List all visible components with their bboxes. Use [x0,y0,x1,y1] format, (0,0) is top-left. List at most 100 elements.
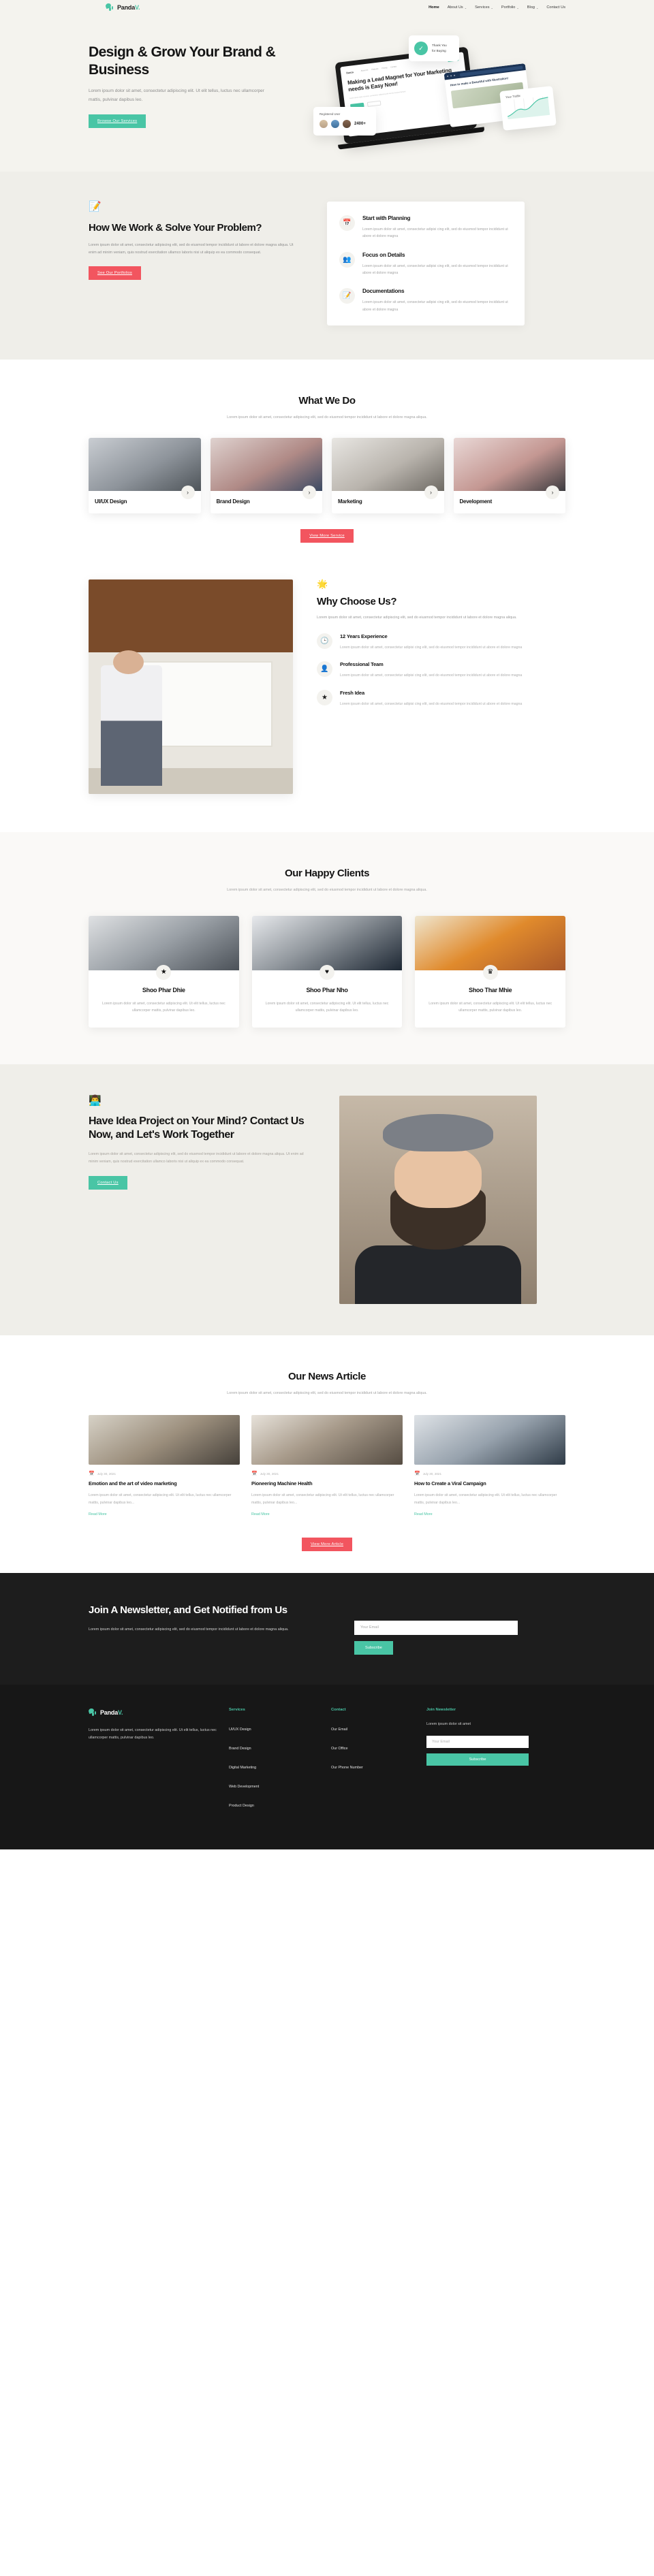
news-title: Our News Article [288,1370,366,1382]
why-feature-title: 12 Years Experience [340,633,388,639]
footer-link-our-phone-number[interactable]: Our Phone Number [331,1766,363,1770]
registered-users-count: 2400+ [354,122,366,126]
how-we-work-title: How We Work & Solve Your Problem? [89,221,262,234]
service-name: Brand Design [216,498,250,505]
footer-link-product-design[interactable]: Product Design [229,1804,254,1808]
chevron-right-icon[interactable]: › [302,486,316,500]
news-date: July 30, 2021 [260,1472,279,1476]
hero-illustration: Danza About Us Features Pricing Contact … [313,35,565,150]
thank-you-line-2: for Buying [432,49,446,52]
footer-link-digital-marketing[interactable]: Digital Marketing [229,1766,256,1770]
person-tie-icon: 👤 [317,661,332,678]
list-item: Our Phone Number [331,1760,426,1772]
memo-icon: 📝 [89,200,102,212]
client-image [251,915,403,970]
footer-link-our-email[interactable]: Our Email [331,1728,347,1732]
how-step: 📅 Start with Planning Lorem ipsum dolor … [339,214,512,240]
news-date: July 30, 2021 [97,1472,116,1476]
view-more-service-button[interactable]: View More Service [300,529,354,543]
how-we-work-section: 📝 How We Work & Solve Your Problem? Lore… [0,171,654,360]
footer-link-uiux-design[interactable]: UI/UX Design [229,1728,251,1732]
chevron-right-icon[interactable]: › [546,486,559,500]
how-we-work-card: 📅 Start with Planning Lorem ipsum dolor … [327,201,525,326]
nav-item-blog[interactable]: Blog ⌄ [527,5,539,10]
why-feature-title: Fresh Idea [340,689,364,696]
newsletter-email-input[interactable] [354,1620,518,1635]
mockup-nav-item: About Us [360,69,369,72]
news-excerpt: Lorem ipsum dolor sit amet, consectetur … [414,1493,557,1505]
footer-newsletter-email-input[interactable] [426,1736,529,1749]
how-step-title: Documentations [362,288,405,295]
nav-item-home[interactable]: Home [429,5,439,10]
footer-contact-heading: Contact [331,1707,346,1712]
list-item: Brand Design [229,1740,331,1753]
why-feature-text: Lorem ipsum dolor sit amet, consectetur … [340,645,523,650]
news-card-title[interactable]: Pioneering Machine Health [251,1480,403,1488]
news-image [251,1414,403,1465]
news-excerpt: Lorem ipsum dolor sit amet, consectetur … [89,1493,232,1505]
client-name: Shoo Phar Dhie [142,986,185,993]
footer-link-our-office[interactable]: Our Office [331,1747,347,1751]
heart-icon: ♥ [320,964,334,980]
newsletter-subscribe-button[interactable]: Subscribe [354,1640,393,1655]
how-step-title: Start with Planning [362,214,411,221]
list-item: UI/UX Design [229,1721,331,1734]
registered-users-card: Registered User 2400+ [313,107,376,136]
hero-title: Design & Grow Your Brand & Business [89,44,276,78]
footer-brand-logo[interactable]: PandaV. [88,1707,229,1717]
avatar [331,120,339,128]
footer-link-web-development[interactable]: Web Development [229,1785,259,1789]
news-image [89,1414,240,1465]
chevron-right-icon[interactable]: › [181,486,195,500]
hero-subtitle: Lorem ipsum dolor sit amet, consectetur … [89,89,264,103]
nav-item-portfolio[interactable]: Portfolio ⌄ [501,5,519,10]
view-more-article-button[interactable]: View More Article [301,1538,353,1552]
news-grid: 📅 July 30, 2021 Emotion and the art of vi… [89,1414,565,1519]
mockup-logo: Danza [346,70,354,74]
calendar-icon: 📅 [414,1471,420,1476]
mockup-secondary-button [367,100,382,107]
footer-link-brand-design[interactable]: Brand Design [229,1747,251,1751]
contact-us-button[interactable]: Contact Us [89,1176,127,1190]
how-step-title: Focus on Details [362,251,405,258]
why-choose-us-title: Why Choose Us? [317,596,397,608]
thank-you-card: ✓ Thank You for Buying [409,35,459,61]
service-card[interactable]: › UI/UX Design [89,438,201,514]
registered-users-label: Registered User [320,112,341,116]
traffic-card: Your Traffic [499,86,557,131]
newsletter-section: Join A Newsletter, and Get Notified from… [0,1573,654,1685]
service-card[interactable]: › Brand Design [210,438,322,514]
read-more-link[interactable]: Read More [251,1512,270,1516]
news-card-title[interactable]: How to Create a Viral Campaign [414,1480,565,1488]
avatar [320,120,328,128]
happy-clients-paragraph: Lorem ipsum dolor sit amet, consectetur … [227,888,427,893]
why-feature: ★ Fresh Idea Lorem ipsum dolor sit amet,… [317,689,542,707]
star-icon: ★ [156,964,172,980]
how-step-text: Lorem ipsum dolor sit amet, consectetur … [362,227,508,239]
technologist-icon: 👨‍💻 [89,1094,102,1107]
chevron-right-icon[interactable]: › [424,486,438,500]
browse-our-services-button[interactable]: Browse Our Services [89,114,146,128]
news-card-title[interactable]: Emotion and the art of video marketing [89,1480,240,1488]
see-our-portfolios-button[interactable]: See Our Portfolios [89,266,141,280]
list-item: Our Office [331,1740,426,1753]
footer-newsletter-heading: Join Newsletter [426,1707,456,1712]
idea-cta-paragraph: Lorem ipsum dolor sit amet, consectetur … [89,1151,304,1164]
chevron-down-icon: ⌄ [464,5,467,10]
footer-subscribe-button[interactable]: Subscribe [426,1753,529,1766]
traffic-chart [507,96,550,120]
nav-item-contact-us[interactable]: Contact Us [546,5,565,10]
mockup-nav-item: Features [371,67,379,71]
footer-newsletter-column: Join Newsletter Lorem ipsum dolor sit am… [426,1708,529,1817]
news-paragraph: Lorem ipsum dolor sit amet, consectetur … [227,1390,427,1395]
nav-item-about-us[interactable]: About Us ⌄ [448,5,467,10]
service-card[interactable]: › Development [453,438,565,514]
nav-item-services[interactable]: Services ⌄ [475,5,493,10]
read-more-link[interactable]: Read More [89,1512,107,1516]
brand-logo[interactable]: PandaV. [105,2,140,12]
list-item: Web Development [229,1779,331,1791]
service-card[interactable]: › Marketing [332,438,444,514]
read-more-link[interactable]: Read More [414,1512,433,1516]
brand-name: PandaV. [117,4,140,11]
how-we-work-paragraph: Lorem ipsum dolor sit amet, consectetur … [89,243,294,255]
